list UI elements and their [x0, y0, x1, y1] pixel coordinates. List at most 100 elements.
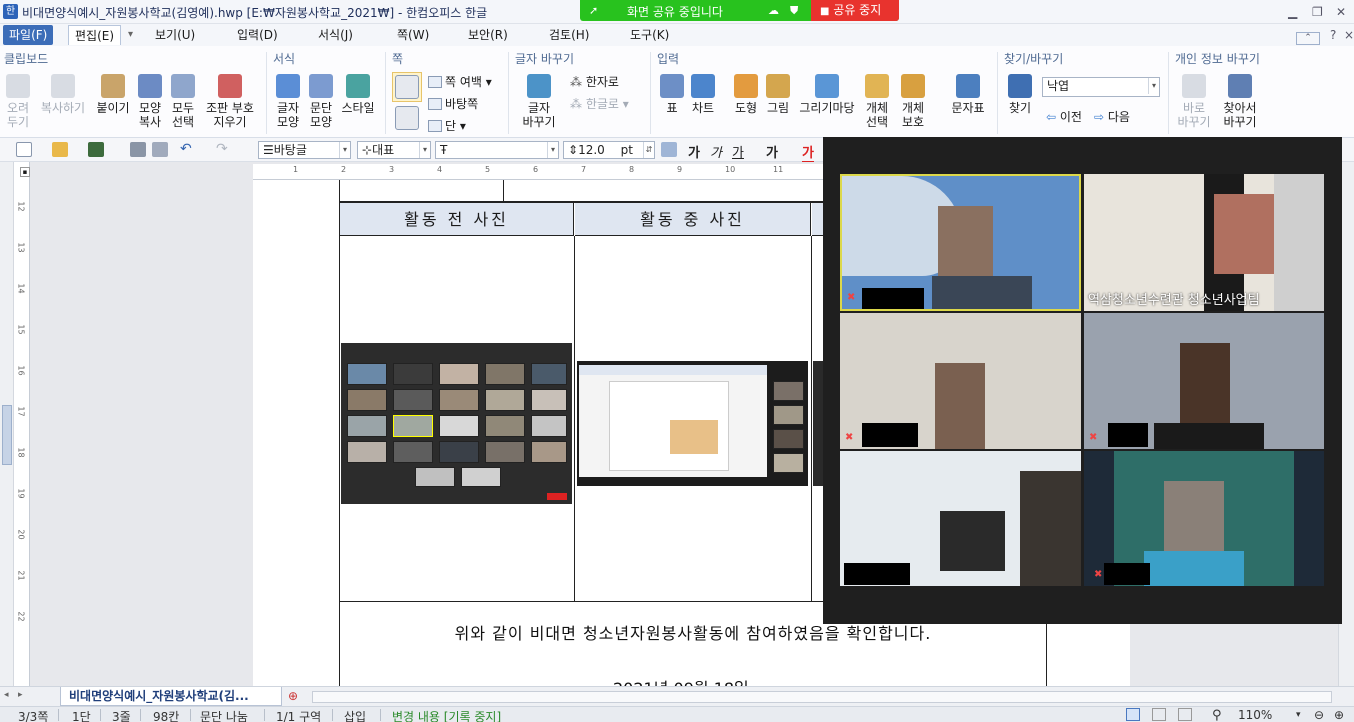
columns-button[interactable]: 단 ▾: [428, 117, 466, 134]
style-select[interactable]: ☰바탕글 ▾: [258, 141, 351, 159]
status-track-changes[interactable]: 변경 내용 [기록 중지]: [392, 708, 501, 722]
undo-icon[interactable]: ↶: [180, 142, 196, 157]
view-web-icon[interactable]: [1152, 708, 1166, 721]
background-page-button[interactable]: 바탕쪽: [428, 95, 478, 112]
font-select[interactable]: Ŧ ▾: [435, 141, 559, 159]
tab-scroll-left-icon[interactable]: ◂: [4, 690, 9, 700]
video-tile-active-speaker[interactable]: ✖: [840, 174, 1081, 311]
save-icon[interactable]: [88, 142, 104, 157]
during-activity-photo[interactable]: [577, 361, 808, 486]
format-copy-button[interactable]: 모양 복사: [134, 74, 166, 129]
view-normal-icon[interactable]: [1126, 708, 1140, 721]
zoom-gallery-panel[interactable]: ✖ 역삼청소년수련관 청소년사업팀 ✖ ✖ ✖: [823, 137, 1342, 624]
restore-icon[interactable]: ❐: [1312, 5, 1323, 19]
font-size-spin-icon[interactable]: ⇵: [643, 142, 654, 158]
select-all-button[interactable]: 모두 선택: [168, 74, 198, 129]
horizontal-scrollbar[interactable]: [312, 691, 1332, 703]
close-icon[interactable]: ✕: [1336, 5, 1346, 19]
language-dropdown-icon[interactable]: ▾: [419, 142, 430, 158]
new-tab-icon[interactable]: ⊕: [288, 689, 298, 703]
shield-icon[interactable]: ⛊: [790, 4, 798, 18]
side-panel-handle[interactable]: [2, 405, 12, 465]
ribbon-collapse-icon[interactable]: ⌃: [1296, 32, 1320, 45]
page-layout-button[interactable]: [394, 106, 420, 133]
margins-button[interactable]: 쪽 여백 ▾: [428, 73, 492, 90]
preview-icon[interactable]: [152, 142, 168, 157]
menu-page[interactable]: 쪽(W): [391, 25, 435, 45]
find-dropdown-icon[interactable]: ▾: [1148, 78, 1159, 94]
video-tile[interactable]: [840, 451, 1081, 586]
menu-edit-dropdown-icon[interactable]: ▾: [122, 25, 139, 45]
menu-format[interactable]: 서식(J): [312, 25, 359, 45]
page-setup-button[interactable]: [392, 72, 422, 102]
font-color-button[interactable]: 가: [802, 142, 814, 163]
find-button[interactable]: 찾기: [1004, 74, 1036, 115]
menu-tools[interactable]: 도구(K): [624, 25, 675, 45]
video-tile[interactable]: ✖: [840, 313, 1081, 449]
menu-security[interactable]: 보안(R): [462, 25, 514, 45]
bold-button[interactable]: 가: [688, 142, 700, 161]
copy-button[interactable]: 복사하기: [36, 74, 90, 115]
italic-button[interactable]: 가: [710, 142, 722, 161]
redo-icon[interactable]: ↷: [216, 142, 232, 157]
privacy-find-replace-button[interactable]: 찾아서 바꾸기: [1218, 74, 1262, 129]
find-prev-button[interactable]: ⇦ 이전: [1046, 108, 1082, 125]
menu-insert[interactable]: 입력(D): [231, 25, 284, 45]
print-icon[interactable]: [130, 142, 146, 157]
underline-button[interactable]: 가: [732, 142, 744, 161]
style-dropdown-icon[interactable]: ▾: [339, 142, 350, 158]
find-input[interactable]: 낙엽 ▾: [1042, 77, 1160, 97]
cut-button[interactable]: 오려 두기: [4, 74, 32, 129]
zoom-out-icon[interactable]: ⊖: [1314, 708, 1324, 722]
menu-edit[interactable]: 편집(E): [68, 25, 122, 45]
menu-view[interactable]: 보기(U): [149, 25, 201, 45]
table-button[interactable]: 표: [658, 74, 686, 115]
status-zoom[interactable]: 110%: [1238, 708, 1272, 722]
style-button[interactable]: 스타일: [338, 74, 378, 115]
to-hangul-button[interactable]: ⁂ 한글로 ▾: [570, 95, 629, 112]
change-char-button[interactable]: 글자 바꾸기: [516, 74, 562, 129]
select-object-button[interactable]: 개체 선택: [862, 74, 892, 129]
video-tile[interactable]: ✖: [1084, 451, 1324, 586]
zoom-in-icon[interactable]: ⊕: [1334, 708, 1344, 722]
strikethrough-button[interactable]: 가: [766, 142, 778, 161]
find-next-button[interactable]: ⇨ 다음: [1094, 108, 1130, 125]
paste-button[interactable]: 붙이기: [94, 74, 132, 115]
minimize-icon[interactable]: ▁: [1288, 5, 1297, 19]
zoom-magnifier-icon[interactable]: ⚲: [1212, 708, 1222, 722]
ruler-tick-label: 18: [16, 447, 26, 458]
menu-review[interactable]: 검토(H): [543, 25, 595, 45]
new-document-icon[interactable]: [16, 142, 32, 157]
font-size-input[interactable]: ⇕12.0 pt ⇵: [563, 141, 655, 159]
symbol-button[interactable]: 문자표: [948, 74, 988, 115]
person-shoulders: [932, 276, 1032, 309]
menu-file[interactable]: 파일(F): [3, 25, 54, 45]
ribbon-close-icon[interactable]: ×: [1344, 28, 1354, 42]
cloud-icon[interactable]: ☁: [768, 4, 779, 17]
zoom-dropdown-icon[interactable]: ▾: [1296, 710, 1301, 720]
tab-current-document[interactable]: 비대면양식예시_자원봉사학교(김...: [60, 687, 282, 706]
video-tile[interactable]: ✖: [1084, 313, 1324, 449]
font-size-spin-button[interactable]: [661, 142, 677, 157]
tab-scroll-right-icon[interactable]: ▸: [18, 690, 23, 700]
shape-button[interactable]: 도형: [730, 74, 762, 115]
open-folder-icon[interactable]: [52, 142, 68, 157]
para-shape-button[interactable]: 문단 모양: [305, 74, 337, 129]
video-tile[interactable]: 역삼청소년수련관 청소년사업팀: [1084, 174, 1324, 311]
privacy-replace-button[interactable]: 바로 바꾸기: [1176, 74, 1212, 129]
help-icon[interactable]: ?: [1330, 28, 1336, 42]
protect-object-button[interactable]: 개체 보호: [896, 74, 930, 129]
chart-button[interactable]: 차트: [688, 74, 718, 115]
picture-button[interactable]: 그림: [764, 74, 792, 115]
stop-share-button[interactable]: ■ 공유 중지: [811, 0, 899, 21]
to-hanja-button[interactable]: ⁂ 한자로: [570, 73, 619, 90]
draw-market-button[interactable]: 그리기마당: [796, 74, 858, 115]
status-insert-mode[interactable]: 삽입: [344, 708, 366, 722]
font-dropdown-icon[interactable]: ▾: [547, 142, 558, 158]
char-shape-button[interactable]: 글자 모양: [272, 74, 304, 129]
erase-codes-button[interactable]: 조판 부호 지우기: [202, 74, 258, 129]
language-select[interactable]: ⊹대표 ▾: [357, 141, 431, 159]
view-page-icon[interactable]: [1178, 708, 1192, 721]
before-activity-photo[interactable]: [341, 343, 572, 504]
ruler-corner-icon[interactable]: ▪: [20, 167, 30, 177]
